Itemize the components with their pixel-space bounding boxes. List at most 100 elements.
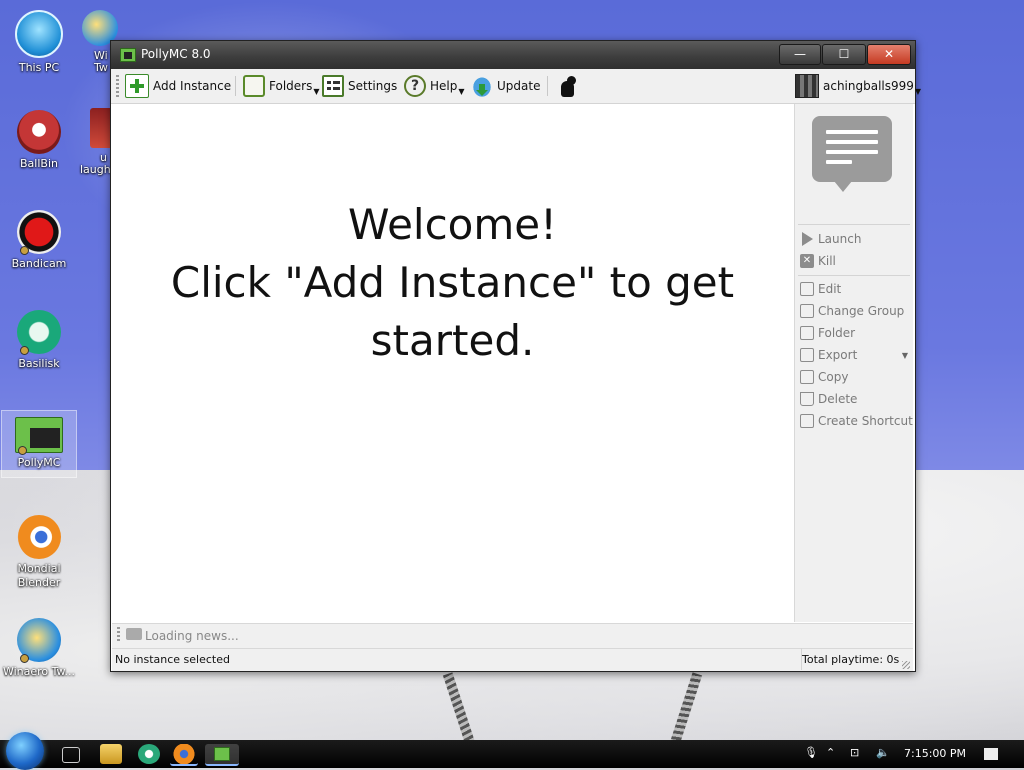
desktop-icon-pollymc[interactable]: PollyMC <box>1 410 77 478</box>
main-toolbar: Add Instance Folders▼ Settings ? Help▼ <box>111 69 921 104</box>
update-button[interactable]: Update <box>471 74 540 98</box>
task-view-icon[interactable] <box>62 747 80 763</box>
toolbar-grip[interactable] <box>116 75 119 97</box>
dropdown-caret-icon: ▼ <box>901 350 908 360</box>
dropdown-caret-icon: ▼ <box>458 86 465 96</box>
file-explorer-icon[interactable] <box>100 744 122 764</box>
sidebar-item-label: Kill <box>818 254 836 268</box>
window-title: PollyMC 8.0 <box>141 47 211 61</box>
close-button[interactable]: ✕ <box>867 44 911 65</box>
sidebar-item-export[interactable]: Export ▼ <box>800 345 908 365</box>
desktop-icon-label: Winaero Tw... <box>2 665 76 678</box>
basilisk-taskbar-icon[interactable] <box>138 744 160 764</box>
shortcut-badge-icon <box>20 346 29 355</box>
status-bar: No instance selected Total playtime: 0s <box>112 648 913 671</box>
edit-icon <box>800 282 814 296</box>
sidebar-item-delete[interactable]: Delete <box>800 389 857 409</box>
settings-button[interactable]: Settings <box>322 74 397 98</box>
add-instance-button[interactable]: Add Instance <box>125 74 231 98</box>
sidebar-item-label: Export <box>818 348 858 362</box>
title-bar[interactable]: PollyMC 8.0 — ☐ ✕ <box>111 41 915 69</box>
recycle-bin-icon <box>17 110 61 154</box>
tray-volume-icon[interactable]: 🔈 <box>876 746 890 759</box>
update-label: Update <box>497 79 541 93</box>
desktop-icon-bandicam[interactable]: Bandicam <box>2 210 76 271</box>
desktop-icon-winaero[interactable]: Winaero Tw... <box>2 618 76 679</box>
start-button[interactable] <box>6 732 44 770</box>
copy-icon <box>800 370 814 384</box>
settings-label: Settings <box>348 79 398 93</box>
newsbar-grip[interactable] <box>117 627 120 643</box>
pollymc-logo-icon <box>120 48 136 62</box>
export-icon <box>800 348 814 362</box>
instance-view[interactable]: Welcome! Click "Add Instance" to get sta… <box>112 104 793 622</box>
blender-taskbar-icon[interactable] <box>170 744 198 766</box>
avatar <box>795 74 819 98</box>
pollymc-taskbar-icon[interactable] <box>205 744 239 766</box>
account-button[interactable]: achingballs999 ▼ <box>795 74 921 98</box>
sidebar-item-label: Folder <box>818 326 856 340</box>
trash-icon <box>800 392 814 406</box>
blender-icon <box>17 515 61 559</box>
minimize-button[interactable]: — <box>779 44 821 65</box>
folders-label: Folders <box>269 79 313 93</box>
kill-icon: ✕ <box>800 254 814 268</box>
help-button[interactable]: ? Help ▼ <box>404 74 465 98</box>
welcome-title: Welcome! <box>348 200 557 249</box>
sidebar-separator <box>798 224 910 225</box>
notification-icon[interactable] <box>984 748 998 760</box>
news-status: Loading news... <box>145 629 239 643</box>
add-instance-label: Add Instance <box>153 79 232 93</box>
tray-network-icon[interactable]: ⊡ <box>850 746 859 759</box>
sidebar-item-create-shortcut[interactable]: Create Shortcut <box>800 411 913 431</box>
desktop-icon-this-pc[interactable]: This PC <box>2 10 76 75</box>
tag-icon <box>800 304 814 318</box>
news-bar[interactable]: Loading news... <box>112 623 913 648</box>
desktop-icon-basilisk[interactable]: Basilisk <box>2 310 76 371</box>
desktop-icon-label: BallBin <box>20 157 58 170</box>
sidebar-item-change-group[interactable]: Change Group <box>800 301 904 321</box>
instance-sidebar: Launch ✕ Kill Edit Change Group Folder E… <box>794 104 913 622</box>
desktop-icon-label: Basilisk <box>18 357 60 370</box>
play-icon <box>800 232 814 246</box>
sidebar-item-label: Create Shortcut <box>818 414 913 428</box>
pollymc-window: PollyMC 8.0 — ☐ ✕ Add Instance Folders▼ <box>110 40 921 672</box>
sidebar-separator <box>798 275 910 276</box>
black-cat-icon <box>556 75 578 97</box>
cat-button[interactable] <box>556 74 582 98</box>
sidebar-item-label: Copy <box>818 370 849 384</box>
desktop-icon-label: PollyMC <box>17 456 61 469</box>
dropdown-caret-icon: ▼ <box>914 86 922 96</box>
shortcut-icon <box>800 414 814 428</box>
account-label: achingballs999 <box>823 79 914 93</box>
folders-button[interactable]: Folders ▼ <box>243 74 320 98</box>
resize-grip-icon[interactable] <box>902 661 910 669</box>
selection-status: No instance selected <box>115 653 230 666</box>
sidebar-item-launch[interactable]: Launch <box>800 229 861 249</box>
sidebar-item-copy[interactable]: Copy <box>800 367 848 387</box>
tray-chevron-icon[interactable]: ⌃ <box>826 746 835 759</box>
sidebar-item-label: Change Group <box>818 304 905 318</box>
tray-clock[interactable]: 7:15:00 PM <box>904 747 966 760</box>
folder-icon <box>800 326 814 340</box>
toolbar-separator <box>547 76 548 96</box>
welcome-hint: Click "Add Instance" to get started. <box>170 258 735 365</box>
dropdown-caret-icon: ▼ <box>313 86 320 96</box>
toolbar-separator <box>235 76 236 96</box>
sidebar-item-folder[interactable]: Folder <box>800 323 855 343</box>
add-instance-icon <box>125 74 149 98</box>
desktop-icon-ballbin[interactable]: BallBin <box>2 110 76 171</box>
cloud-download-icon <box>471 75 493 97</box>
sidebar-item-label: Edit <box>818 282 842 296</box>
sidebar-item-kill[interactable]: ✕ Kill <box>800 251 836 271</box>
help-label: Help <box>430 79 458 93</box>
desktop-icon-blender[interactable]: Mondial Blender <box>2 515 76 590</box>
tray-mic-icon[interactable]: 🎙 <box>804 746 818 759</box>
sidebar-item-edit[interactable]: Edit <box>800 279 841 299</box>
sidebar-item-label: Launch <box>818 232 862 246</box>
news-icon <box>126 628 142 640</box>
folder-icon <box>243 75 265 97</box>
desktop-icon-label: Mondial Blender <box>17 562 61 589</box>
taskbar: 🎙 ⌃ ⊡ 🔈 7:15:00 PM <box>0 732 1024 770</box>
maximize-button[interactable]: ☐ <box>822 44 866 65</box>
